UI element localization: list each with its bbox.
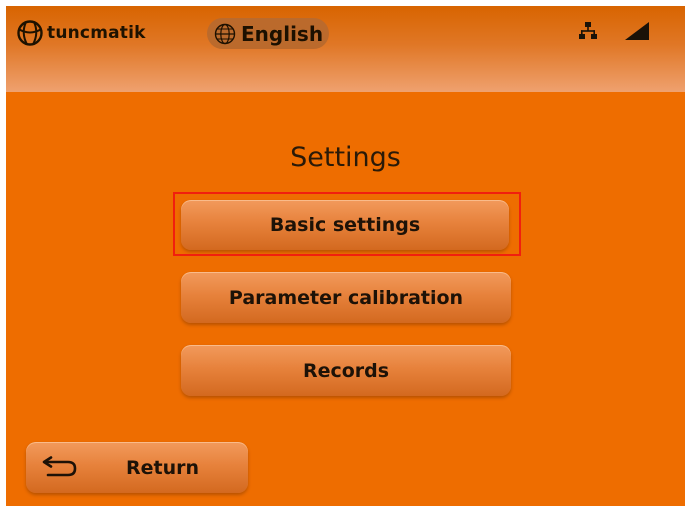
globe-icon <box>214 23 236 44</box>
selection-highlight <box>173 192 521 256</box>
return-label: Return <box>126 456 200 479</box>
brand-name: tuncmatik <box>47 23 146 43</box>
page-title: Settings <box>290 142 401 173</box>
tuncmatik-logo-icon <box>17 20 43 46</box>
parameter-calibration-button[interactable]: Parameter calibration <box>181 272 511 323</box>
signal-strength-icon <box>625 22 649 40</box>
return-arrow-icon <box>42 455 77 476</box>
return-button[interactable]: Return <box>26 442 248 493</box>
brand-logo: tuncmatik <box>15 19 146 47</box>
network-icon <box>579 22 597 39</box>
language-selector[interactable]: English <box>207 18 329 49</box>
device-screen: tuncmatik English Settings Basic setting… <box>6 6 685 506</box>
records-button[interactable]: Records <box>181 345 511 396</box>
language-label: English <box>241 21 324 46</box>
top-bar: tuncmatik English <box>6 6 685 92</box>
